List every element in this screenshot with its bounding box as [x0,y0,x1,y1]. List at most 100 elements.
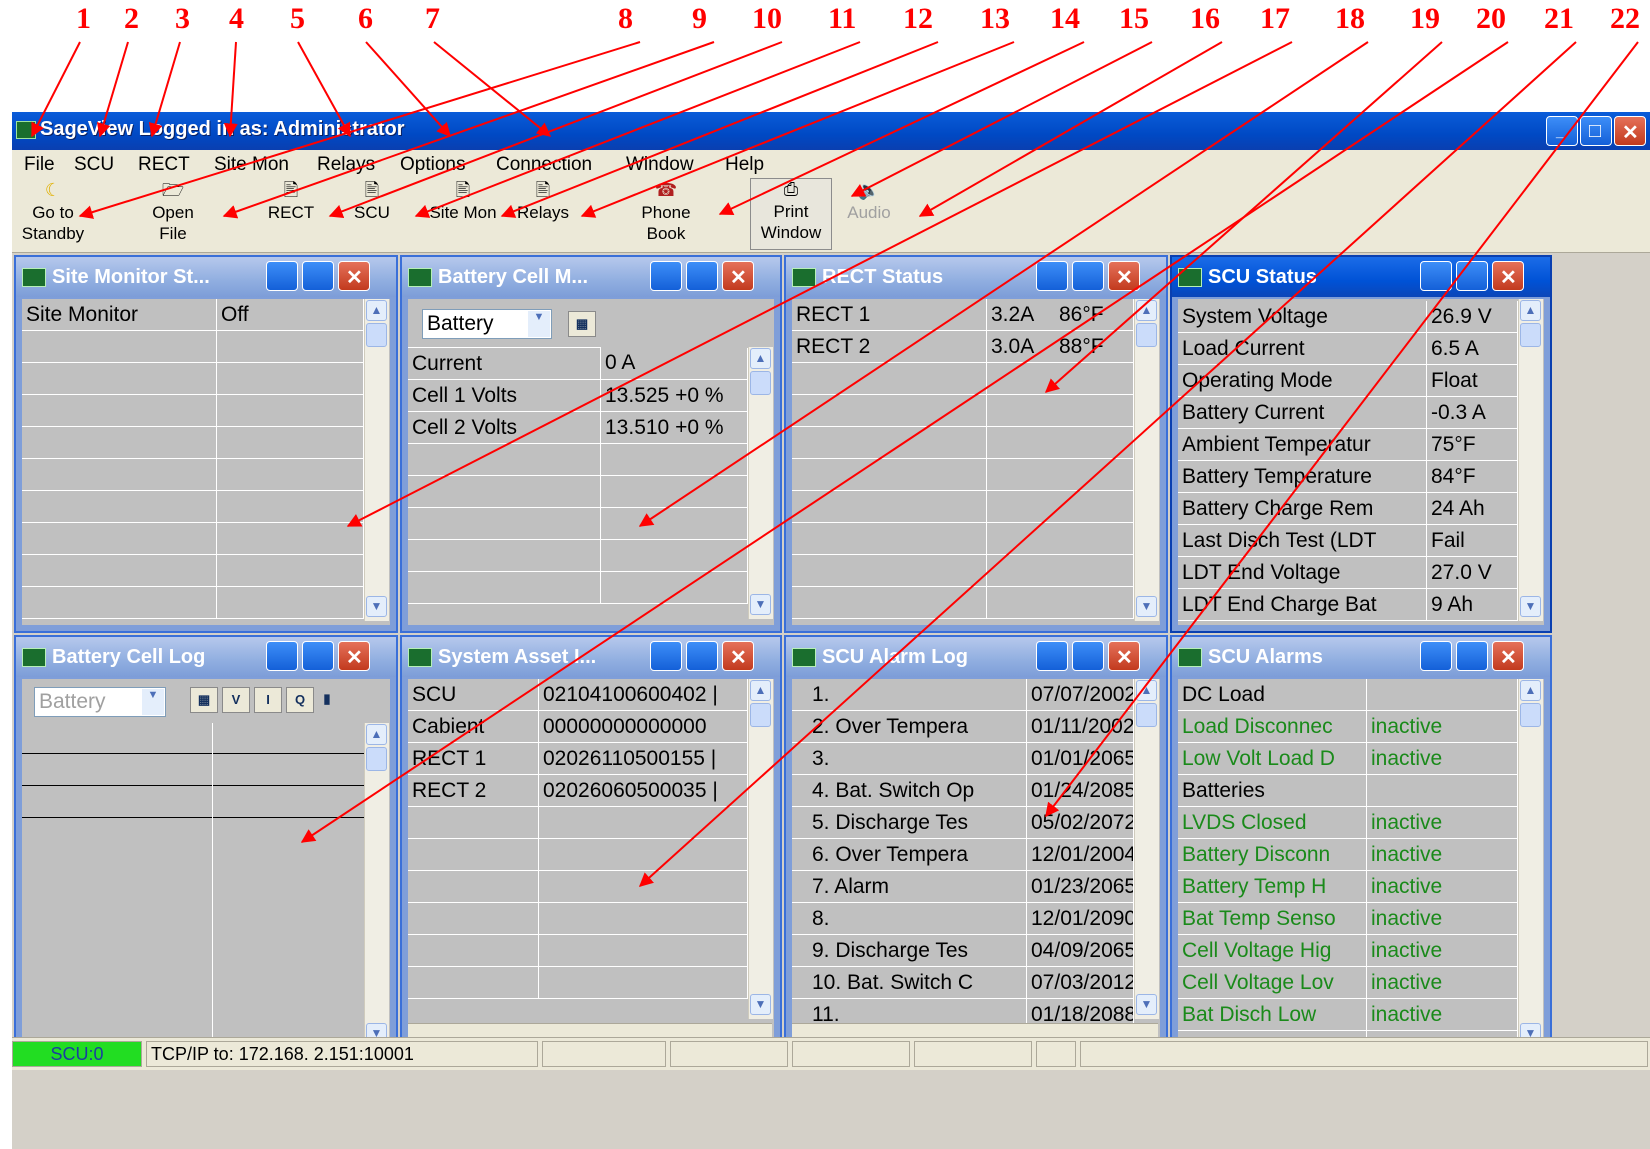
scroll-thumb[interactable] [1520,323,1541,347]
scroll-thumb[interactable] [1136,323,1157,347]
scu-alarms-scrollbar[interactable]: ▲ ▼ [1518,679,1543,1049]
scroll-thumb[interactable] [1520,703,1541,727]
battery-cell-log-scrollbar[interactable]: ▲ ▼ [364,723,389,1047]
battery-cell-monitor-minimize-button[interactable] [650,261,682,291]
scroll-down-icon[interactable]: ▼ [1136,596,1157,617]
scroll-down-icon[interactable]: ▼ [1136,994,1157,1015]
splitter-icon[interactable]: ▮ [320,687,334,713]
table-row[interactable]: 9. Discharge Tes 04/09/2065 [792,934,1134,967]
battery-select[interactable]: Battery ▼ [422,309,552,339]
audio-button[interactable]: 🔈 Audio [834,180,904,223]
scroll-thumb[interactable] [366,323,387,347]
battery-cell-log-close-button[interactable]: ✕ [338,641,370,671]
battery-cell-log-minimize-button[interactable] [266,641,298,671]
scroll-thumb[interactable] [1136,703,1157,727]
scu-alarm-log-scrollbar[interactable]: ▲ ▼ [1134,679,1159,1019]
scroll-up-icon[interactable]: ▲ [750,680,771,701]
site-monitor-maximize-button[interactable] [302,261,334,291]
table-row[interactable]: Cell 1 Volts 13.525 +0 % [408,379,748,412]
table-row[interactable]: 1. 07/07/2002 [792,679,1134,711]
battery-cell-log-maximize-button[interactable] [302,641,334,671]
scu-status-title-bar[interactable]: SCU Status ✕ [1172,257,1550,297]
battery-cell-monitor-title-bar[interactable]: Battery Cell M... ✕ [402,257,780,297]
system-asset-title-bar[interactable]: System Asset I... ✕ [402,637,780,677]
relays-button[interactable]: 🖹 Relays [508,180,578,223]
table-row[interactable]: Bat Temp Senso inactive [1178,902,1518,935]
table-row[interactable]: RECT 1 02026110500155 | [408,742,748,775]
scroll-thumb[interactable] [750,703,771,727]
table-row[interactable]: RECT 1 3.2A 86°F [792,299,1134,331]
table-row[interactable]: Battery Temperature 84°F [1178,460,1518,493]
chevron-down-icon[interactable]: ▼ [142,689,164,715]
site-monitor-scrollbar[interactable]: ▲ ▼ [364,299,389,621]
battery-cell-monitor-scrollbar[interactable]: ▲ ▼ [748,347,773,619]
chart-icon[interactable]: ▦ [568,311,596,337]
scu-status-maximize-button[interactable] [1456,261,1488,291]
open-file-button[interactable]: 🗁 Open File [134,180,212,244]
table-row[interactable]: Ambient Temperatur 75°F [1178,428,1518,461]
current-graph-icon[interactable]: I [254,687,282,713]
table-row[interactable]: 7. Alarm 01/23/2065 [792,870,1134,903]
maximize-button[interactable]: □ [1580,116,1612,146]
table-row[interactable]: 3. 01/01/2065 [792,742,1134,775]
table-row[interactable]: Battery Charge Rem 24 Ah [1178,492,1518,525]
table-row[interactable]: 5. Discharge Tes 05/02/2072 [792,806,1134,839]
table-row[interactable]: Bat Disch Low inactive [1178,998,1518,1031]
menu-site-mon[interactable]: Site Mon [214,154,289,176]
battery-cell-log-title-bar[interactable]: Battery Cell Log ✕ [16,637,396,677]
scu-alarm-log-minimize-button[interactable] [1036,641,1068,671]
table-row[interactable]: Low Volt Load Dinactive [1178,742,1518,775]
chevron-down-icon[interactable]: ▼ [528,311,550,337]
scroll-down-icon[interactable]: ▼ [750,594,771,615]
charge-graph-icon[interactable]: Q [286,687,314,713]
table-row[interactable]: Battery Temp Hinactive [1178,870,1518,903]
table-row[interactable]: Load Current 6.5 A [1178,332,1518,365]
table-row[interactable]: Site Monitor Off [22,299,364,331]
table-row[interactable]: Batteries [1178,774,1518,807]
table-row[interactable]: Battery Disconn inactive [1178,838,1518,871]
scroll-thumb[interactable] [366,747,387,771]
table-row[interactable]: 2. Over Tempera 01/11/2002 [792,710,1134,743]
table-row[interactable]: 8. 12/01/2090 [792,902,1134,935]
table-row[interactable]: LVDS Closed inactive [1178,806,1518,839]
battery-log-select[interactable]: Battery ▼ [34,687,166,717]
table-row[interactable]: Cell Voltage Lov inactive [1178,966,1518,999]
scu-alarms-title-bar[interactable]: SCU Alarms ✕ [1172,637,1550,677]
menu-options[interactable]: Options [400,154,465,176]
table-row[interactable]: LDT End Voltage 27.0 V [1178,556,1518,589]
table-row[interactable]: DC Load [1178,679,1518,711]
scu-status-minimize-button[interactable] [1420,261,1452,291]
table-row[interactable]: 10. Bat. Switch C 07/03/2012 [792,966,1134,999]
scroll-up-icon[interactable]: ▲ [1136,680,1157,701]
table-row[interactable]: RECT 2 3.0A 88°F [792,330,1134,363]
table-row[interactable]: Last Disch Test (LDT Fail [1178,524,1518,557]
minimize-button[interactable]: _ [1546,116,1578,146]
voltage-graph-icon[interactable]: V [222,687,250,713]
system-asset-maximize-button[interactable] [686,641,718,671]
scroll-up-icon[interactable]: ▲ [366,724,387,745]
menu-help[interactable]: Help [725,154,764,176]
chart-icon[interactable]: ▦ [190,687,218,713]
scroll-up-icon[interactable]: ▲ [1520,680,1541,701]
table-row[interactable]: LDT End Charge Bat 9 Ah [1178,588,1518,621]
battery-cell-monitor-close-button[interactable]: ✕ [722,261,754,291]
menu-rect[interactable]: RECT [138,154,190,176]
table-row[interactable]: System Voltage 26.9 V [1178,301,1518,333]
scu-alarms-minimize-button[interactable] [1420,641,1452,671]
rect-status-scrollbar[interactable]: ▲ ▼ [1134,299,1159,621]
scu-button[interactable]: 🖹 SCU [342,180,402,223]
menu-scu[interactable]: SCU [74,154,114,176]
table-row[interactable]: Cabient 00000000000000 [408,710,748,743]
scroll-thumb[interactable] [750,371,771,395]
table-row[interactable]: RECT 2 02026060500035 | [408,774,748,807]
table-row[interactable]: 4. Bat. Switch Op 01/24/2085 [792,774,1134,807]
phone-book-button[interactable]: ☎ Phone Book [626,180,706,244]
scu-alarm-log-title-bar[interactable]: SCU Alarm Log ✕ [786,637,1166,677]
app-title-bar[interactable]: SageView Logged in as: Administrator _ □… [12,112,1650,150]
table-row[interactable]: Operating Mode Float [1178,364,1518,397]
menu-file[interactable]: File [24,154,55,176]
rect-button[interactable]: 🖹 RECT [256,180,326,223]
system-asset-scrollbar[interactable]: ▲ ▼ [748,679,773,1019]
go-to-standby-button[interactable]: ☾ Go to Standby [14,180,92,244]
menu-connection[interactable]: Connection [496,154,592,176]
